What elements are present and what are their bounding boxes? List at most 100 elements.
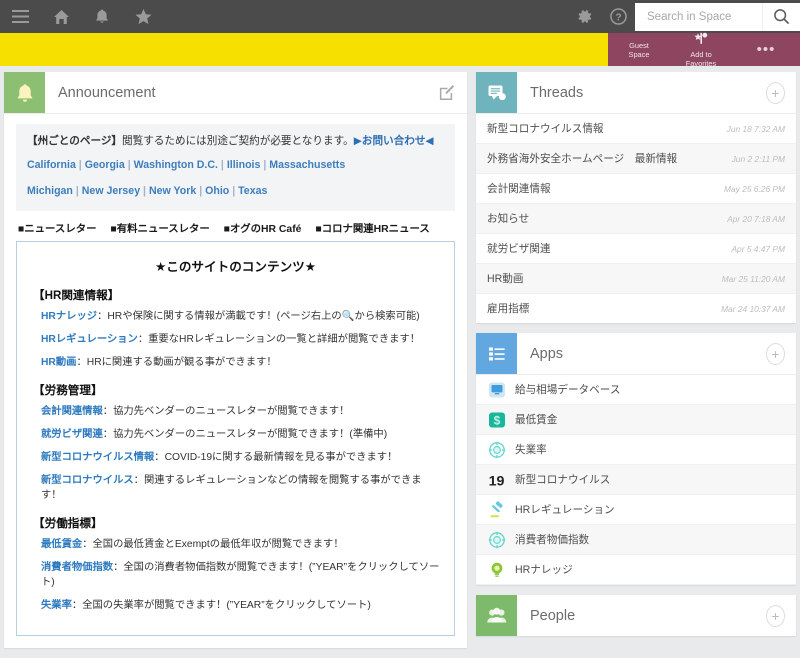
state-link-new-jersey[interactable]: New Jersey: [82, 185, 140, 197]
thread-date: May 25 6:26 PM: [724, 183, 785, 194]
search-input[interactable]: [645, 2, 769, 31]
content-line-sep: ：: [102, 406, 114, 417]
menu-icon[interactable]: [10, 7, 30, 27]
target-icon: [487, 530, 506, 549]
content-line-key[interactable]: 就労ビザ関連: [41, 429, 103, 440]
thread-row[interactable]: 新型コロナウイルス情報 Jun 18 7:32 AM: [476, 114, 796, 144]
content-line-key[interactable]: HRレギュレーション: [41, 334, 138, 345]
newsletter-link-1[interactable]: ■ニュースレター: [18, 220, 97, 235]
app-row-unemployment-rate[interactable]: 失業率: [476, 435, 796, 465]
state-links-row-2: Michigan | New Jersey | New York | Ohio …: [27, 185, 268, 197]
state-link-ohio[interactable]: Ohio: [205, 185, 229, 197]
thread-row[interactable]: 外務省海外安全ホームページ 最新情報 Jun 2 2:11 PM: [476, 144, 796, 174]
more-options-button[interactable]: •••: [732, 33, 800, 66]
people-card: People +: [476, 595, 796, 636]
plus-icon: +: [766, 342, 785, 365]
announcement-bell-icon: [4, 72, 45, 113]
app-row-hr-regulation[interactable]: HRレギュレーション: [476, 495, 796, 525]
content-line: 消費者物価指数：全国の消費者物価指数が閲覧できます！(”YEAR”をクリックして…: [41, 560, 442, 590]
thread-title: 雇用指標: [487, 303, 530, 315]
content-line: 最低賃金：全国の最低賃金とExemptの最低年収が閲覧できます！: [41, 537, 442, 552]
add-people-button[interactable]: +: [766, 604, 785, 627]
dollar-icon: $: [487, 410, 506, 429]
threads-title: Threads: [530, 84, 584, 101]
state-link-illinois[interactable]: Illinois: [227, 159, 261, 171]
notifications-bell-icon[interactable]: [92, 7, 112, 27]
section-heading-labor-management: 【労務管理】: [33, 384, 103, 397]
content-line-key[interactable]: 新型コロナウイルス: [41, 475, 134, 486]
state-notice-text: 【州ごとのページ】閲覧するためには別途ご契約が必要となります。▶お問い合わせ◀: [27, 133, 444, 149]
state-link-michigan[interactable]: Michigan: [27, 185, 73, 197]
thread-date: Apr 20 7:18 AM: [727, 213, 785, 224]
thread-row[interactable]: 就労ビザ関連 Apr 5 4:47 PM: [476, 234, 796, 264]
app-label: 給与相場データベース: [515, 384, 621, 396]
content-line-key[interactable]: 消費者物価指数: [41, 562, 113, 573]
state-link-georgia[interactable]: Georgia: [85, 159, 125, 171]
section-heading-labor-indicators: 【労働指標】: [33, 517, 103, 530]
state-links-row-1: California | Georgia | Washington D.C. |…: [27, 159, 346, 171]
edit-icon[interactable]: [437, 83, 456, 102]
threads-card: Threads + 新型コロナウイルス情報 Jun 18 7:32 AM 外務省…: [476, 72, 796, 323]
help-icon[interactable]: ?: [601, 0, 635, 33]
state-link-california[interactable]: California: [27, 159, 76, 171]
target-icon: [487, 440, 506, 459]
search-icon[interactable]: [762, 2, 800, 31]
gear-icon[interactable]: [567, 0, 601, 33]
content-line-text: 全国の最低賃金とExemptの最低年収が閲覧できます！: [92, 539, 344, 550]
guest-space-label-line2: Space: [628, 49, 650, 59]
state-link-new-york[interactable]: New York: [149, 185, 196, 197]
apps-card: Apps + 給与相場データベース $ 最低賃金 失業率 19 新型コロナウイル…: [476, 333, 796, 585]
app-label: 失業率: [515, 444, 547, 456]
content-line-sep: ：: [154, 452, 165, 463]
thread-row[interactable]: お知らせ Apr 20 7:18 AM: [476, 204, 796, 234]
guest-space-label-line1: Guest: [629, 40, 649, 50]
content-line-sep: ：: [82, 539, 93, 550]
content-line-key[interactable]: 会計関連情報: [41, 406, 103, 417]
state-link-texas[interactable]: Texas: [238, 185, 267, 197]
content-line-sep: ：: [102, 429, 114, 440]
lightbulb-icon: [487, 560, 506, 579]
svg-text:?: ?: [615, 12, 621, 23]
newsletter-link-4[interactable]: ■コロナ関連HRニュース: [315, 220, 429, 235]
covid-19-icon: 19: [487, 470, 506, 489]
thread-row[interactable]: HR動画 Mar 25 11:20 AM: [476, 264, 796, 294]
add-to-favorites-button[interactable]: Add to Favorites: [670, 32, 732, 68]
home-icon[interactable]: [51, 7, 71, 27]
content-line: HR動画：HRに関連する動画が観る事ができます！: [41, 355, 442, 370]
thread-date: Mar 25 11:20 AM: [721, 273, 785, 284]
newsletter-link-3[interactable]: ■オグのHR Café: [224, 220, 302, 235]
content-line-key[interactable]: 失業率: [41, 600, 72, 611]
app-row-salary-database[interactable]: 給与相場データベース: [476, 375, 796, 405]
content-line-text: 協力先ベンダーのニュースレターが閲覧できます！: [113, 406, 350, 417]
app-row-cpi[interactable]: 消費者物価指数: [476, 525, 796, 555]
state-link-washington-dc[interactable]: Washington D.C.: [134, 159, 218, 171]
thread-row[interactable]: 雇用指標 Mar 24 10:37 AM: [476, 294, 796, 323]
content-line: HRレギュレーション：重要なHRレギュレーションの一覧と詳細が閲覧できます！: [41, 332, 442, 347]
content-line-key[interactable]: HR動画: [41, 357, 76, 368]
newsletter-link-2[interactable]: ■有料ニュースレター: [111, 220, 210, 235]
app-row-hr-knowledge[interactable]: HRナレッジ: [476, 555, 796, 585]
thread-row[interactable]: 会計関連情報 May 25 6:26 PM: [476, 174, 796, 204]
app-label: 消費者物価指数: [515, 534, 590, 546]
app-row-minimum-wage[interactable]: $ 最低賃金: [476, 405, 796, 435]
topbar-icon-group: [10, 0, 153, 33]
app-row-covid19[interactable]: 19 新型コロナウイルス: [476, 465, 796, 495]
favorites-star-icon[interactable]: [133, 7, 153, 27]
content-line-sep: ：: [97, 311, 108, 322]
state-link-massachusetts[interactable]: Massachusetts: [269, 159, 345, 171]
add-thread-button[interactable]: +: [766, 81, 785, 104]
contact-link[interactable]: ▶お問い合わせ◀: [354, 135, 434, 147]
content-line-sep: ：: [71, 600, 83, 611]
add-app-button[interactable]: +: [766, 342, 785, 365]
app-label: 最低賃金: [515, 414, 558, 426]
content-line-key[interactable]: 新型コロナウイルス情報: [41, 452, 154, 463]
content-line-key[interactable]: 最低賃金: [41, 539, 82, 550]
content-line-key[interactable]: HRナレッジ: [41, 311, 97, 322]
page-title: Announcement: [58, 84, 156, 101]
guest-space-button[interactable]: Guest Space: [608, 33, 670, 66]
section-heading-hr-info: 【HR関連情報】: [33, 289, 120, 302]
state-notice-body: 閲覧するためには別途ご契約が必要となります。: [122, 135, 354, 147]
search-box[interactable]: [635, 2, 800, 31]
app-label: HRレギュレーション: [515, 504, 615, 516]
content-line-sep: ：: [76, 357, 87, 368]
